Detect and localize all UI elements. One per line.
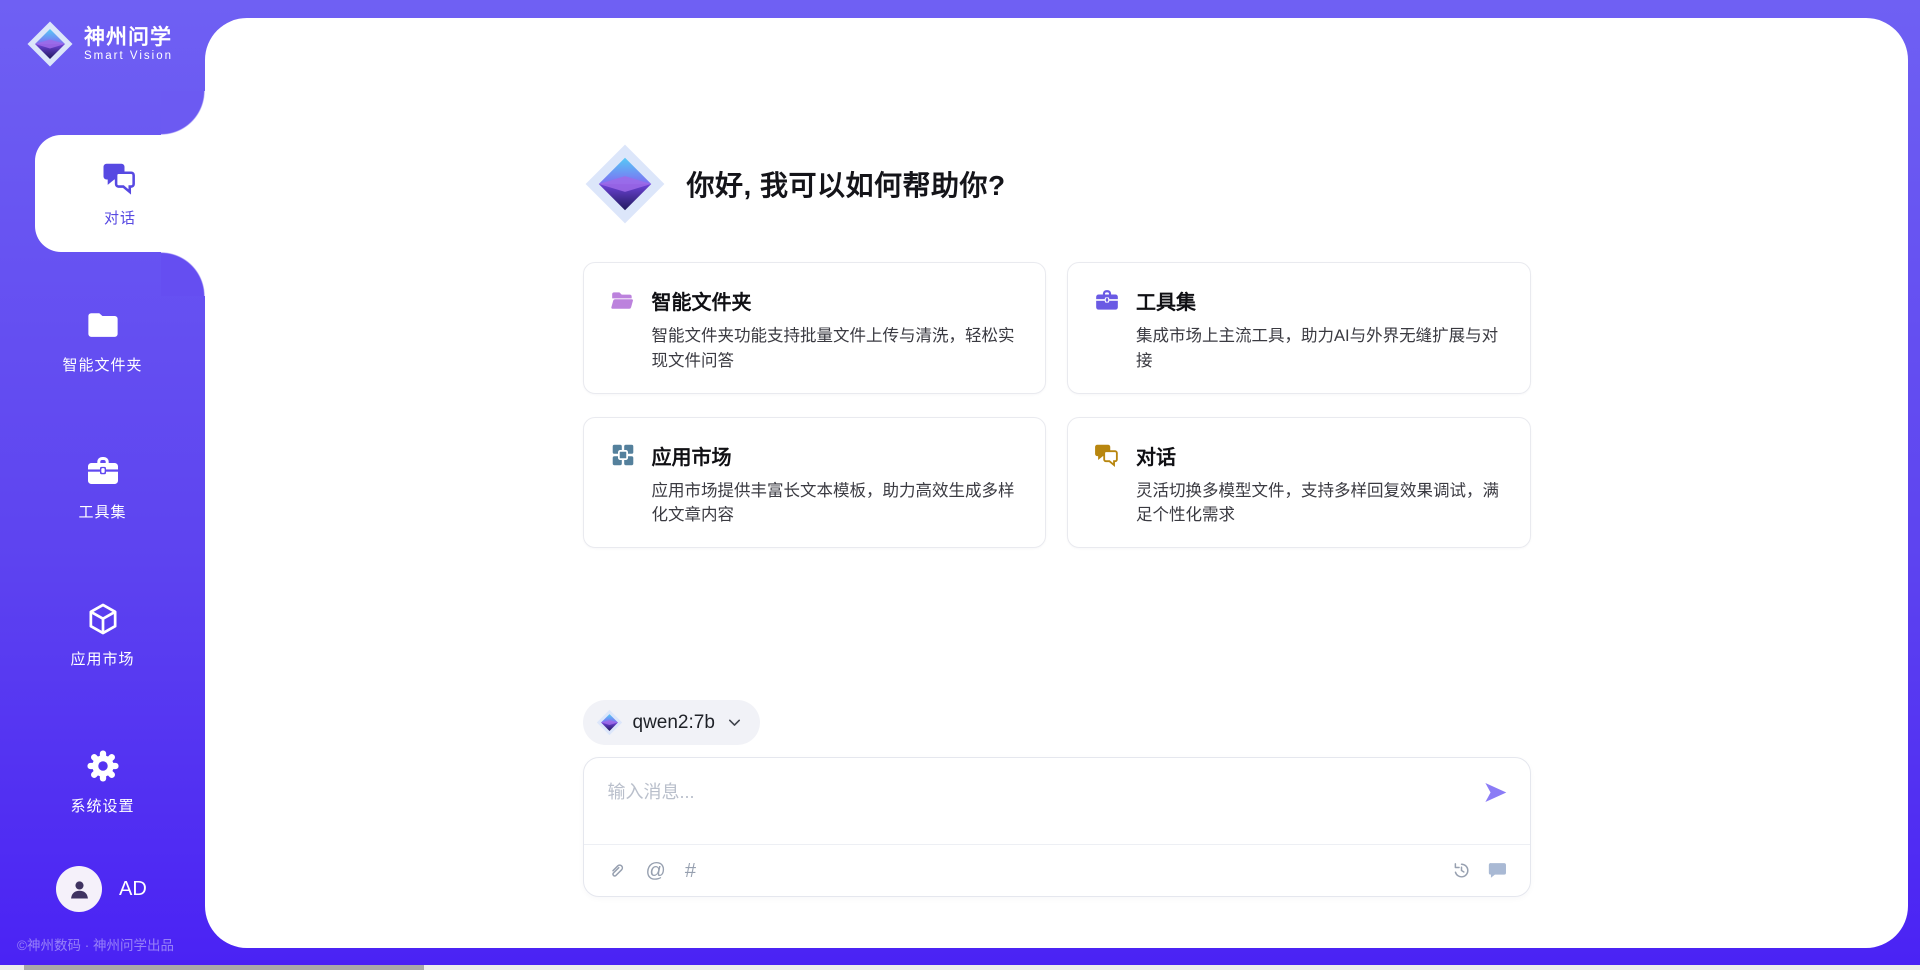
send-icon[interactable] bbox=[1482, 779, 1509, 806]
card-app-market[interactable]: 应用市场 应用市场提供丰富长文本模板，助力高效生成多样化文章内容 bbox=[583, 417, 1047, 549]
card-description: 智能文件夹功能支持批量文件上传与清洗，轻松实现文件问答 bbox=[652, 324, 1020, 374]
composer-tools-right bbox=[1451, 860, 1508, 881]
card-title: 智能文件夹 bbox=[652, 286, 752, 315]
sidebar-item-label: 系统设置 bbox=[70, 795, 134, 816]
model-selector[interactable]: qwen2:7b bbox=[583, 700, 760, 745]
user-profile[interactable]: AD bbox=[56, 866, 147, 912]
toolbox-icon bbox=[1094, 288, 1120, 314]
brand-text: 神州问学 Smart Vision bbox=[84, 26, 173, 62]
greeting-title: 你好, 我可以如何帮助你? bbox=[687, 164, 1006, 204]
cube-icon bbox=[85, 601, 121, 637]
brand-subtitle: Smart Vision bbox=[84, 50, 173, 62]
card-header: 应用市场 bbox=[610, 441, 1020, 470]
message-composer: @ # bbox=[583, 757, 1531, 897]
sidebar: 神州问学 Smart Vision 对话 智能文件夹 工具集 应用市场 系统设置 bbox=[0, 0, 205, 970]
history-icon[interactable] bbox=[1451, 860, 1472, 881]
card-title: 工具集 bbox=[1136, 286, 1196, 315]
sidebar-item-label: 智能文件夹 bbox=[62, 354, 142, 375]
sidebar-nav: 对话 智能文件夹 工具集 应用市场 系统设置 bbox=[0, 135, 205, 870]
content-column: 你好, 我可以如何帮助你? 智能文件夹 智能文件夹功能支持批量文件上传与清洗，轻… bbox=[583, 18, 1531, 897]
diamond-logo-icon bbox=[596, 709, 623, 736]
gear-icon bbox=[85, 748, 121, 784]
hash-icon[interactable]: # bbox=[685, 861, 696, 881]
at-sign-icon[interactable]: @ bbox=[646, 861, 666, 881]
card-title: 对话 bbox=[1136, 441, 1176, 470]
sidebar-item-settings[interactable]: 系统设置 bbox=[0, 723, 205, 840]
folder-icon bbox=[85, 307, 121, 343]
card-description: 灵活切换多模型文件，支持多样回复效果调试，满足个性化需求 bbox=[1136, 479, 1504, 529]
card-description: 集成市场上主流工具，助力AI与外界无缝扩展与对接 bbox=[1136, 324, 1504, 374]
card-title: 应用市场 bbox=[652, 441, 732, 470]
avatar bbox=[56, 866, 102, 912]
card-description: 应用市场提供丰富长文本模板，助力高效生成多样化文章内容 bbox=[652, 479, 1020, 529]
card-header: 对话 bbox=[1094, 441, 1504, 470]
sidebar-item-toolset[interactable]: 工具集 bbox=[0, 429, 205, 546]
card-header: 工具集 bbox=[1094, 286, 1504, 315]
diamond-logo-icon bbox=[26, 20, 74, 68]
sidebar-item-label: 应用市场 bbox=[70, 648, 134, 669]
folder-open-icon bbox=[610, 288, 636, 314]
card-toolset[interactable]: 工具集 集成市场上主流工具，助力AI与外界无缝扩展与对接 bbox=[1067, 262, 1531, 394]
horizontal-scrollbar[interactable] bbox=[0, 965, 1920, 970]
sidebar-item-chat[interactable]: 对话 bbox=[35, 135, 205, 252]
greeting: 你好, 我可以如何帮助你? bbox=[583, 142, 1531, 226]
composer-toolbar: @ # bbox=[584, 845, 1530, 896]
composer-tools-left: @ # bbox=[606, 860, 696, 881]
model-name: qwen2:7b bbox=[633, 712, 715, 734]
person-icon bbox=[66, 876, 93, 903]
sidebar-item-smart-folder[interactable]: 智能文件夹 bbox=[0, 282, 205, 399]
brand-name: 神州问学 bbox=[84, 26, 173, 50]
diamond-logo-icon bbox=[583, 142, 667, 226]
toolbox-icon bbox=[85, 454, 121, 490]
card-header: 智能文件夹 bbox=[610, 286, 1020, 315]
chevron-down-icon bbox=[725, 713, 744, 732]
user-name: AD bbox=[119, 878, 147, 901]
chat-icon bbox=[1094, 442, 1120, 468]
copyright-footer: ©神州数码 · 神州问学出品 bbox=[17, 934, 174, 954]
sidebar-item-label: 工具集 bbox=[78, 501, 126, 522]
card-chat[interactable]: 对话 灵活切换多模型文件，支持多样回复效果调试，满足个性化需求 bbox=[1067, 417, 1531, 549]
grid-icon bbox=[610, 442, 636, 468]
feature-cards: 智能文件夹 智能文件夹功能支持批量文件上传与清洗，轻松实现文件问答 工具集 集成… bbox=[583, 262, 1531, 548]
main-panel: 你好, 我可以如何帮助你? 智能文件夹 智能文件夹功能支持批量文件上传与清洗，轻… bbox=[205, 18, 1908, 948]
card-smart-folder[interactable]: 智能文件夹 智能文件夹功能支持批量文件上传与清洗，轻松实现文件问答 bbox=[583, 262, 1047, 394]
brand: 神州问学 Smart Vision bbox=[0, 0, 205, 68]
sidebar-item-app-market[interactable]: 应用市场 bbox=[0, 576, 205, 693]
paperclip-icon[interactable] bbox=[606, 860, 627, 881]
scrollbar-thumb[interactable] bbox=[24, 965, 424, 970]
sidebar-item-label: 对话 bbox=[104, 207, 136, 228]
message-icon[interactable] bbox=[1487, 860, 1508, 881]
chat-icon bbox=[102, 160, 138, 196]
